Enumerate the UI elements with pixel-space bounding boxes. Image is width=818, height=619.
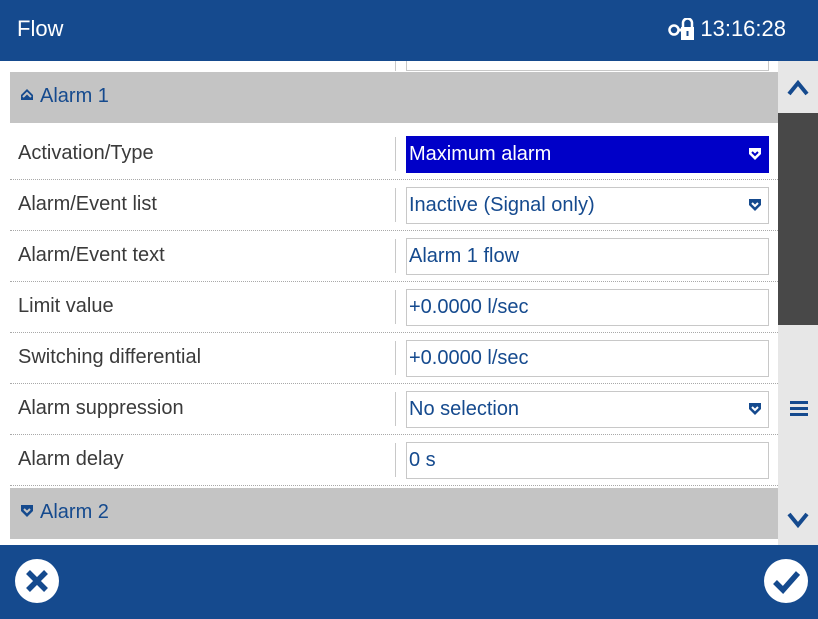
parameter-list: Alarm 1 Activation/Type Maximum alarm Al… — [10, 61, 778, 545]
lock-icon — [668, 18, 695, 40]
dropdown-arrow-icon — [749, 403, 761, 415]
row-activation-type: Activation/Type Maximum alarm — [10, 129, 778, 180]
field-value: +0.0000 l/sec — [409, 296, 529, 318]
activation-type-dropdown[interactable]: Maximum alarm — [406, 136, 769, 173]
row-label: Limit value — [18, 295, 114, 317]
row-label: Alarm suppression — [18, 397, 184, 419]
previous-field-partial[interactable] — [406, 61, 769, 71]
clock: 13:16:28 — [700, 16, 786, 41]
collapse-up-icon — [21, 89, 33, 100]
alarm-delay-field[interactable]: 0 s — [406, 442, 769, 479]
scrollbar-thumb[interactable] — [778, 113, 818, 325]
section-label: Alarm 2 — [40, 501, 109, 523]
limit-value-field[interactable]: +0.0000 l/sec — [406, 289, 769, 326]
page-title: Flow — [17, 16, 64, 41]
field-value: Inactive (Signal only) — [409, 194, 595, 216]
footer-bar — [0, 545, 818, 619]
column-separator — [395, 188, 396, 222]
row-alarm-suppression: Alarm suppression No selection — [10, 384, 778, 435]
column-separator — [395, 443, 396, 477]
field-value: No selection — [409, 398, 520, 420]
row-label: Alarm delay — [18, 448, 124, 470]
column-separator — [395, 290, 396, 324]
column-separator — [395, 137, 396, 171]
row-label: Alarm/Event text — [18, 244, 165, 266]
chevron-up-icon[interactable] — [778, 61, 818, 113]
row-alarm-event-list: Alarm/Event list Inactive (Signal only) — [10, 180, 778, 231]
status-area: 13:16:28 — [668, 16, 786, 42]
confirm-icon[interactable] — [762, 557, 810, 605]
title-bar: Flow 13:16:28 — [0, 0, 818, 61]
cancel-icon[interactable] — [13, 557, 61, 605]
switching-differential-field[interactable]: +0.0000 l/sec — [406, 340, 769, 377]
row-switching-differential: Switching differential +0.0000 l/sec — [10, 333, 778, 384]
field-value: +0.0000 l/sec — [409, 347, 529, 369]
field-value: 0 s — [409, 449, 436, 471]
field-value: Alarm 1 flow — [409, 245, 520, 267]
menu-icon[interactable] — [778, 381, 818, 433]
dropdown-arrow-icon — [749, 199, 761, 211]
column-separator — [395, 392, 396, 426]
column-separator — [395, 239, 396, 273]
row-label: Alarm/Event list — [18, 193, 157, 215]
scrollbar[interactable] — [778, 61, 818, 545]
expand-down-icon — [21, 505, 33, 517]
section-label: Alarm 1 — [40, 85, 109, 107]
chevron-down-icon[interactable] — [778, 493, 818, 545]
row-separator — [395, 61, 396, 71]
row-limit-value: Limit value +0.0000 l/sec — [10, 282, 778, 333]
alarm-event-text-field[interactable]: Alarm 1 flow — [406, 238, 769, 275]
row-alarm-delay: Alarm delay 0 s — [10, 435, 778, 486]
row-label: Switching differential — [18, 346, 202, 368]
row-alarm-event-text: Alarm/Event text Alarm 1 flow — [10, 231, 778, 282]
column-separator — [395, 341, 396, 375]
dropdown-arrow-icon — [749, 148, 761, 160]
section-alarm-2[interactable]: Alarm 2 — [10, 488, 778, 539]
row-label: Activation/Type — [18, 142, 154, 164]
field-value: Maximum alarm — [409, 143, 552, 165]
section-alarm-1[interactable]: Alarm 1 — [10, 72, 778, 123]
alarm-suppression-dropdown[interactable]: No selection — [406, 391, 769, 428]
alarm-event-list-dropdown[interactable]: Inactive (Signal only) — [406, 187, 769, 224]
